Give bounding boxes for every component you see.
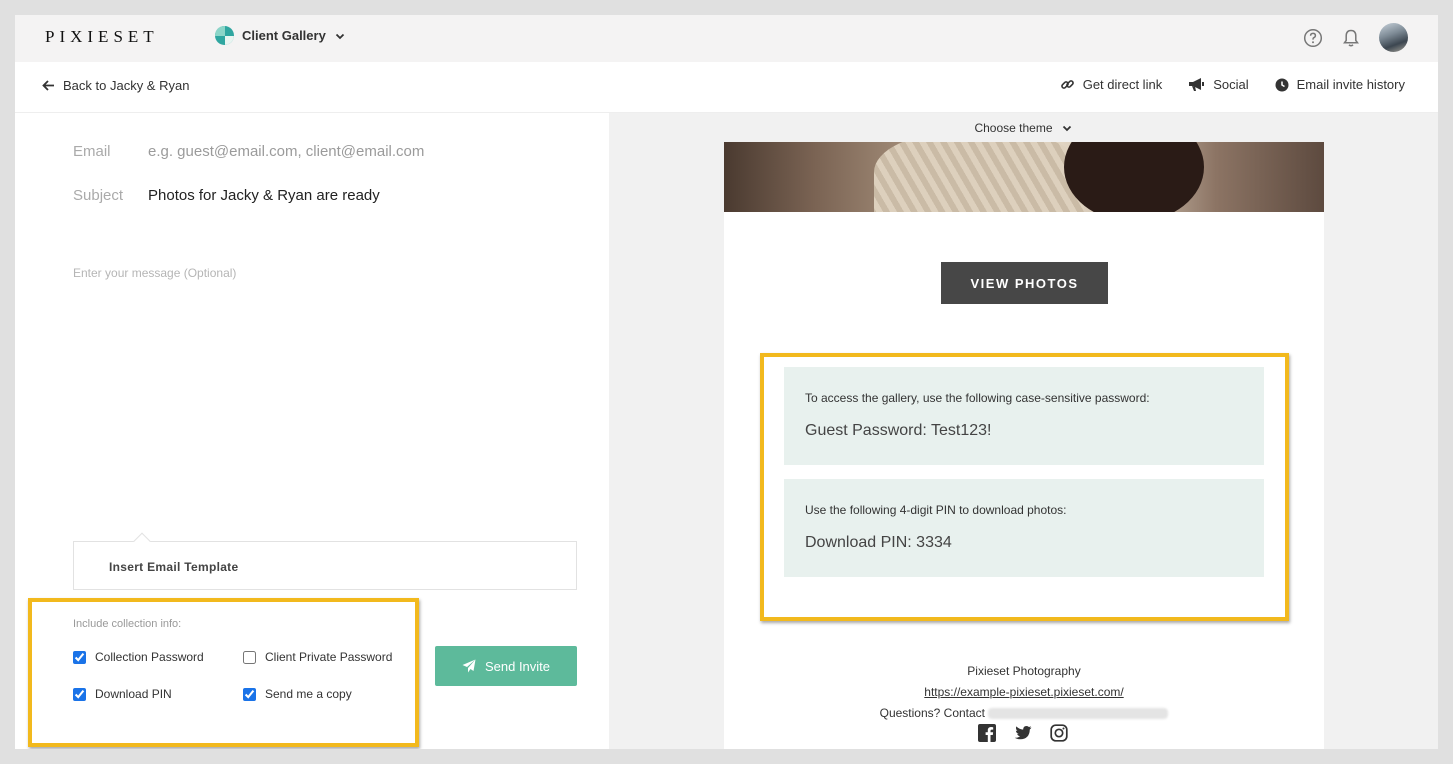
logo[interactable]: PIXIESET [45, 27, 159, 47]
email-invite-history-label: Email invite history [1296, 77, 1405, 92]
link-icon [1060, 80, 1074, 89]
social-icons [978, 724, 1068, 742]
invite-form: Email e.g. guest@email.com, client@email… [15, 113, 609, 749]
insert-email-template-label: Insert Email Template [109, 560, 239, 574]
avatar[interactable] [1379, 23, 1408, 52]
popover-notch [133, 532, 151, 550]
redacted-email [988, 708, 1169, 720]
arrow-left-icon [42, 80, 54, 91]
social-label: Social [1213, 77, 1249, 92]
cover-photo-hair [1064, 142, 1204, 212]
studio-name: Pixieset Photography [967, 664, 1081, 678]
megaphone-icon [1189, 78, 1205, 91]
top-icons [1303, 23, 1408, 52]
facebook-icon[interactable] [978, 724, 996, 742]
include-info-title: Include collection info: [73, 618, 182, 630]
back-link[interactable]: Back to Jacky & Ryan [42, 78, 189, 93]
client-private-password-label: Client Private Password [265, 650, 393, 664]
client-private-password-option[interactable]: Client Private Password [243, 650, 392, 664]
client-private-password-checkbox[interactable] [243, 650, 256, 664]
sub-actions: Get direct link Social Email invite hist… [1060, 77, 1405, 92]
chevron-down-icon [335, 33, 344, 39]
collection-password-label: Collection Password [95, 650, 204, 664]
view-photos-button[interactable]: VIEW PHOTOS [941, 262, 1108, 304]
bell-icon[interactable] [1341, 28, 1361, 48]
email-invite-history-button[interactable]: Email invite history [1275, 77, 1405, 92]
choose-theme-label: Choose theme [974, 120, 1053, 135]
email-label: Email [73, 143, 111, 160]
email-preview-pane: Choose theme VIEW PHOTOS Pixieset Photog… [609, 113, 1438, 749]
collection-password-checkbox[interactable] [73, 650, 86, 664]
password-info-panel: To access the gallery, use the following… [784, 367, 1264, 465]
clock-icon [1275, 78, 1289, 91]
message-textarea[interactable]: Enter your message (Optional) [73, 266, 236, 280]
sub-bar: Back to Jacky & Ryan Get direct link Soc… [15, 62, 1438, 113]
send-invite-label: Send Invite [484, 658, 551, 674]
insert-email-template-button[interactable]: Insert Email Template [73, 532, 577, 590]
download-pin-label: Download PIN [95, 687, 172, 701]
subject-label: Subject [73, 187, 124, 204]
include-info-highlight: Include collection info: Collection Pass… [28, 598, 419, 747]
send-me-copy-label: Send me a copy [265, 687, 352, 701]
back-label: Back to Jacky & Ryan [63, 78, 190, 93]
collection-password-option[interactable]: Collection Password [73, 650, 204, 664]
download-pin-checkbox[interactable] [73, 687, 86, 701]
contact-label: Questions? Contact [879, 706, 986, 720]
password-note: To access the gallery, use the following… [805, 391, 1150, 405]
pin-info-panel: Use the following 4-digit PIN to downloa… [784, 479, 1264, 577]
twitter-icon[interactable] [1014, 724, 1032, 742]
download-pin-option[interactable]: Download PIN [73, 687, 172, 701]
pin-note: Use the following 4-digit PIN to downloa… [805, 503, 1067, 517]
app-frame: PIXIESET Client Gallery Back to Jacky & … [15, 15, 1438, 749]
get-direct-link-button[interactable]: Get direct link [1060, 77, 1162, 92]
client-gallery-icon [215, 26, 234, 45]
choose-theme-dropdown[interactable]: Choose theme [609, 113, 1438, 142]
get-direct-link-label: Get direct link [1082, 77, 1163, 92]
send-me-copy-checkbox[interactable] [243, 687, 256, 701]
send-me-copy-option[interactable]: Send me a copy [243, 687, 352, 701]
help-icon[interactable] [1303, 28, 1323, 48]
cover-photo-sweater [874, 142, 1084, 212]
top-bar: PIXIESET Client Gallery [15, 15, 1438, 62]
subject-field[interactable]: Subject Photos for Jacky & Ryan are read… [73, 187, 380, 204]
email-input[interactable]: e.g. guest@email.com, client@email.com [148, 143, 424, 160]
cover-photo [724, 142, 1324, 212]
instagram-icon[interactable] [1050, 724, 1068, 742]
download-pin: Download PIN: 3334 [805, 534, 952, 551]
paper-plane-icon [462, 659, 476, 673]
chevron-down-icon [1062, 125, 1071, 131]
subject-input[interactable]: Photos for Jacky & Ryan are ready [148, 187, 380, 204]
send-invite-button[interactable]: Send Invite [435, 646, 577, 686]
product-name: Client Gallery [242, 28, 326, 43]
email-field[interactable]: Email e.g. guest@email.com, client@email… [73, 143, 424, 160]
guest-password: Guest Password: Test123! [805, 422, 992, 439]
contact-line: Questions? Contact [724, 703, 1324, 724]
email-footer: Pixieset Photography https://example-pix… [724, 661, 1324, 724]
studio-url-link[interactable]: https://example-pixieset.pixieset.com/ [924, 685, 1123, 699]
product-switcher[interactable]: Client Gallery [215, 26, 346, 45]
social-button[interactable]: Social [1188, 77, 1249, 92]
